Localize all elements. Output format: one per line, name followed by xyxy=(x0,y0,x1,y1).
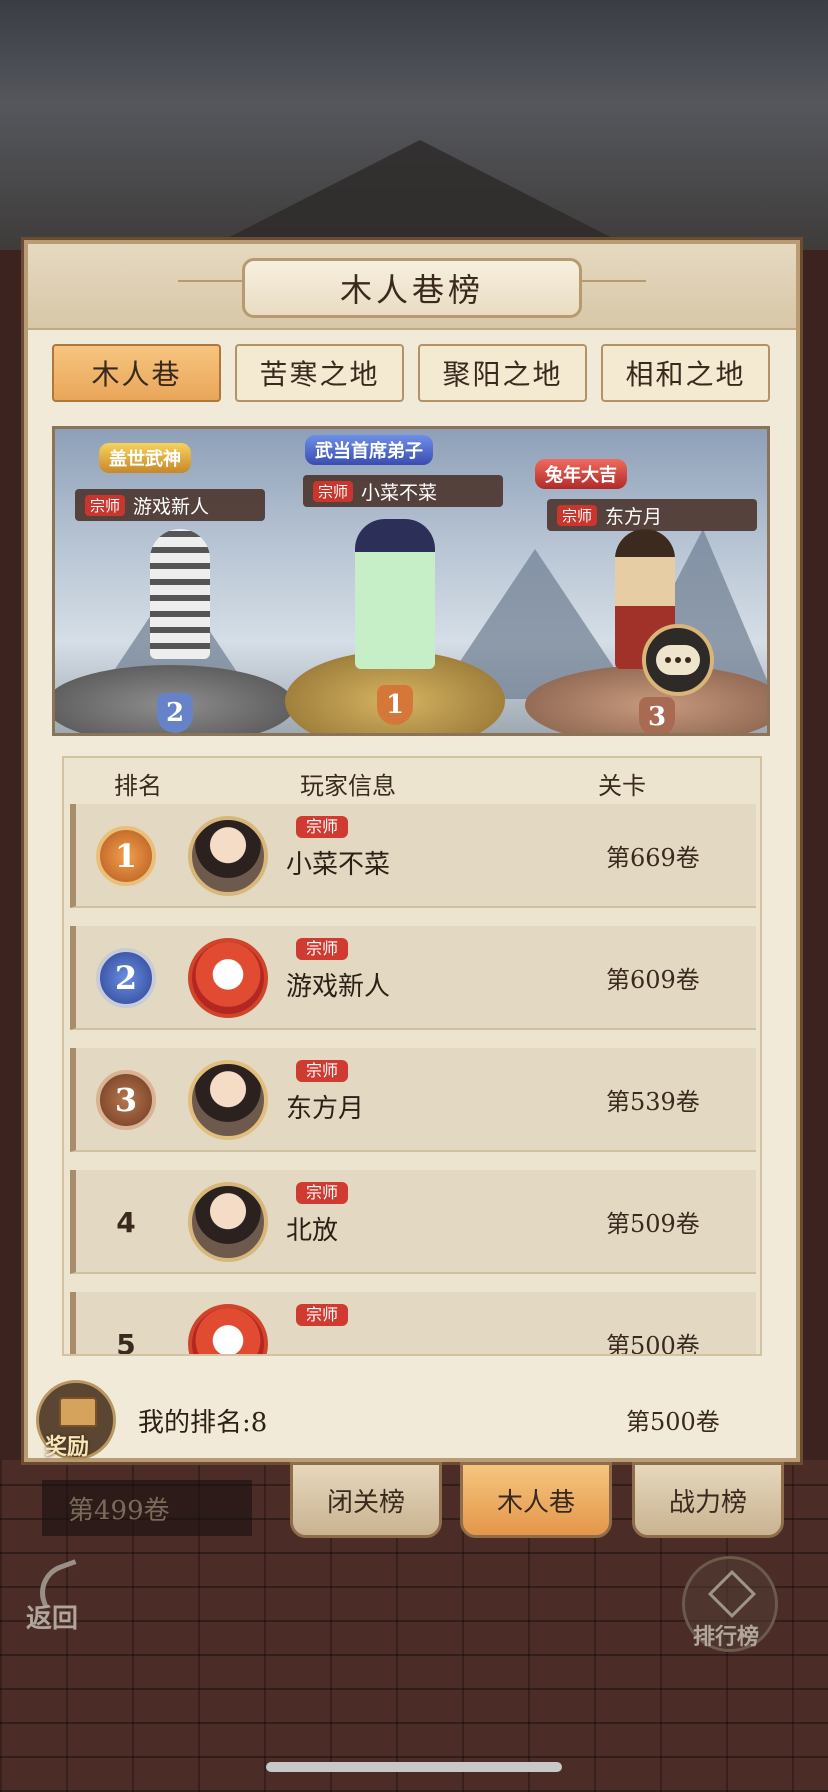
player-stage: 第509卷 xyxy=(606,1210,700,1238)
title-badge-first: 武当首席弟子 xyxy=(305,435,433,465)
rank-medal-silver-icon: 2 xyxy=(96,948,156,1008)
title-ornament-left xyxy=(178,280,248,282)
table-row[interactable]: 4 宗师 北放 第509卷 xyxy=(70,1170,756,1274)
back-button[interactable]: 返回 xyxy=(20,1559,110,1640)
player-stage: 第500卷 xyxy=(606,1332,700,1356)
background-wall-right xyxy=(798,250,828,1480)
reward-label: 奖励 xyxy=(45,1434,90,1460)
tab-murenxiang-ranking[interactable]: 木人巷 xyxy=(460,1462,612,1538)
rank-medal-gold-icon: 1 xyxy=(96,826,156,886)
tab-juyang[interactable]: 聚阳之地 xyxy=(418,344,587,402)
name-plate-third: 宗师 东方月 xyxy=(547,499,757,531)
avatar[interactable] xyxy=(188,938,268,1018)
player-stage: 第669卷 xyxy=(606,844,700,872)
tab-xianghe[interactable]: 相和之地 xyxy=(601,344,770,402)
character-second[interactable] xyxy=(150,529,210,659)
avatar[interactable] xyxy=(188,1304,268,1354)
sect-badge: 宗师 xyxy=(296,1060,349,1082)
podium-rank-second: 2 xyxy=(157,693,193,733)
sect-tag: 宗师 xyxy=(85,494,126,516)
behind-stage-label: 第499卷 xyxy=(42,1480,252,1536)
table-row[interactable]: 5 宗师 第500卷 xyxy=(70,1292,756,1356)
player-name: 小菜不菜 xyxy=(286,850,391,880)
ranking-table[interactable]: 排名 玩家信息 关卡 1 宗师 小菜不菜 第669卷 2 宗师 游戏新人 第60… xyxy=(62,756,762,1356)
header-stage: 关卡 xyxy=(598,772,646,800)
region-tabs: 木人巷 苦寒之地 聚阳之地 相和之地 xyxy=(52,344,770,402)
sect-badge: 宗师 xyxy=(296,816,349,838)
my-stage: 第500卷 xyxy=(626,1408,720,1436)
sect-tag: 宗师 xyxy=(557,504,598,526)
panel-title: 木人巷榜 xyxy=(242,258,582,318)
title-badge-second: 盖世武神 xyxy=(99,443,191,473)
back-label: 返回 xyxy=(26,1604,79,1634)
my-rank: 我的排名:8 xyxy=(138,1408,268,1438)
sect-badge: 宗师 xyxy=(296,1182,349,1204)
tab-murenxiang[interactable]: 木人巷 xyxy=(52,344,221,402)
player-name: 游戏新人 xyxy=(133,495,210,518)
player-name: 东方月 xyxy=(605,505,663,528)
chat-icon xyxy=(656,645,700,675)
avatar[interactable] xyxy=(188,1060,268,1140)
sect-badge: 宗师 xyxy=(296,938,349,960)
sect-badge: 宗师 xyxy=(296,1304,349,1326)
character-first[interactable] xyxy=(355,519,435,669)
podium-rank-third: 3 xyxy=(639,697,675,733)
player-stage: 第539卷 xyxy=(606,1088,700,1116)
tab-seclusion-ranking[interactable]: 闭关榜 xyxy=(290,1462,442,1538)
title-badge-third: 兔年大吉 xyxy=(535,459,627,489)
reward-button[interactable]: 奖励 xyxy=(36,1380,116,1460)
tab-power-ranking[interactable]: 战力榜 xyxy=(632,1462,784,1538)
header-rank: 排名 xyxy=(114,772,162,800)
player-name: 游戏新人 xyxy=(286,972,391,1002)
crossed-swords-icon xyxy=(707,1569,757,1619)
tab-kuhan[interactable]: 苦寒之地 xyxy=(235,344,404,402)
avatar[interactable] xyxy=(188,1182,268,1262)
table-row[interactable]: 2 宗师 游戏新人 第609卷 xyxy=(70,926,756,1030)
player-name: 东方月 xyxy=(286,1094,365,1124)
leaderboard-panel: 木人巷榜 木人巷 苦寒之地 聚阳之地 相和之地 盖世武神 武当首席弟子 兔年大吉… xyxy=(24,240,800,1462)
header-player-info: 玩家信息 xyxy=(300,772,396,800)
home-indicator[interactable] xyxy=(266,1762,562,1772)
podium-rank-first: 1 xyxy=(377,685,413,725)
player-name: 小菜不菜 xyxy=(361,481,438,504)
player-name: 北放 xyxy=(286,1216,339,1246)
rank-number: 4 xyxy=(116,1205,136,1239)
treasure-chest-icon xyxy=(59,1397,97,1427)
sect-tag: 宗师 xyxy=(313,480,354,502)
table-row[interactable]: 1 宗师 小菜不菜 第669卷 xyxy=(70,804,756,908)
leaderboard-label: 排行榜 xyxy=(693,1624,760,1650)
player-stage: 第609卷 xyxy=(606,966,700,994)
panel-header: 木人巷榜 xyxy=(28,244,796,330)
chat-button[interactable] xyxy=(642,624,714,696)
table-row[interactable]: 3 宗师 东方月 第539卷 xyxy=(70,1048,756,1152)
table-header: 排名 玩家信息 关卡 xyxy=(64,758,760,804)
name-plate-second: 宗师 游戏新人 xyxy=(75,489,265,521)
leaderboard-button[interactable]: 排行榜 xyxy=(682,1556,778,1652)
title-ornament-right xyxy=(576,280,646,282)
name-plate-first: 宗师 小菜不菜 xyxy=(303,475,503,507)
rank-medal-bronze-icon: 3 xyxy=(96,1070,156,1130)
avatar[interactable] xyxy=(188,816,268,896)
rank-number: 5 xyxy=(116,1327,136,1356)
